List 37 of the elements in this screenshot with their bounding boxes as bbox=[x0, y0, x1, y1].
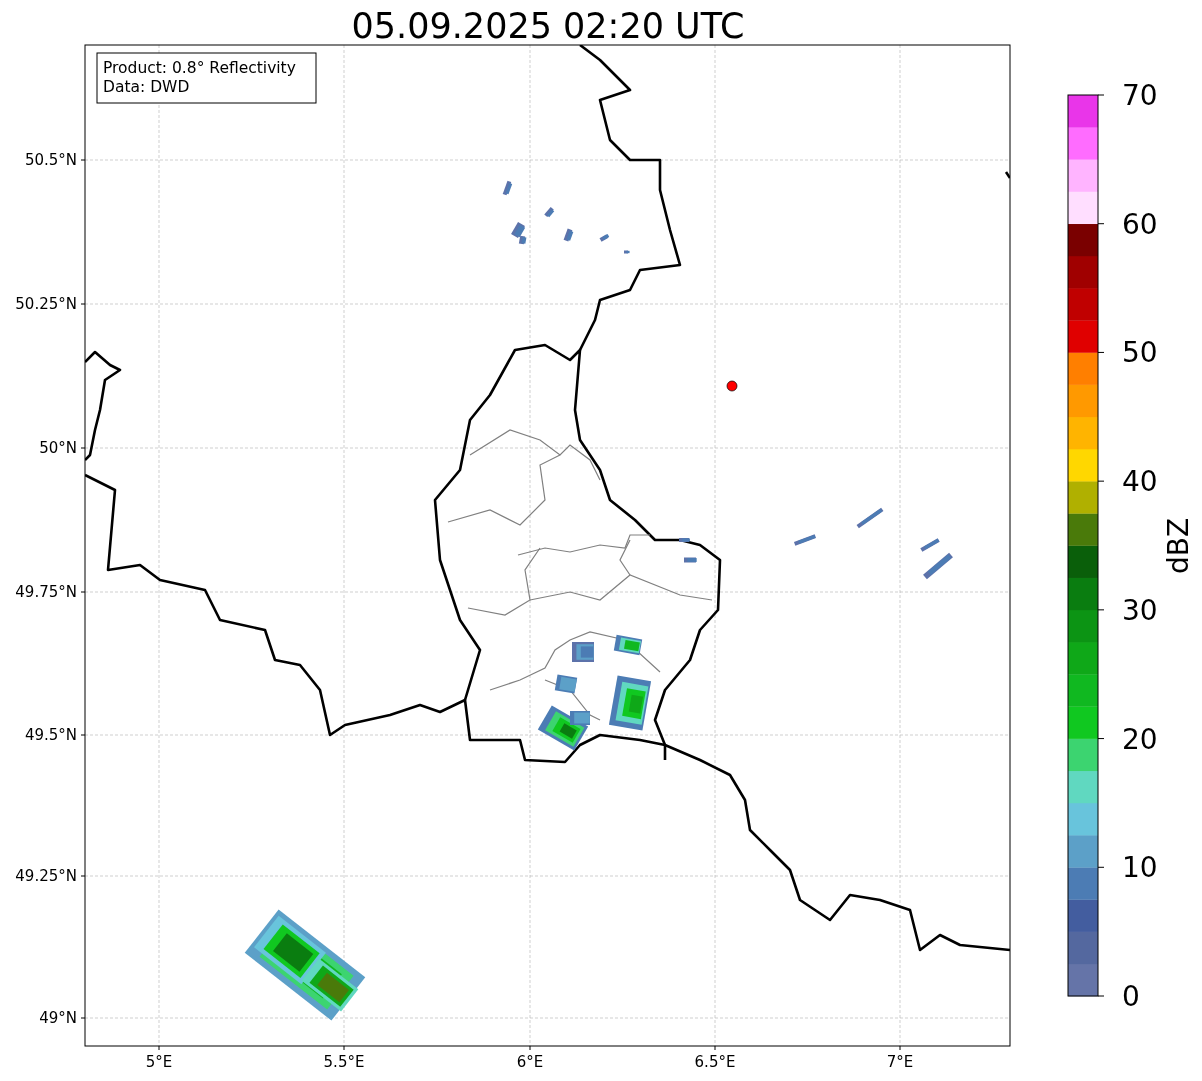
colorbar-tick-label: 10 bbox=[1122, 851, 1158, 885]
colorbar-tick-label: 40 bbox=[1122, 465, 1158, 499]
axis-tick bbox=[80, 591, 86, 593]
colorbar-tick-label: 20 bbox=[1122, 722, 1158, 756]
colorbar-tick-label: 50 bbox=[1122, 336, 1158, 370]
axis-tick bbox=[158, 1045, 160, 1051]
colorbar-tick-label: 60 bbox=[1122, 207, 1158, 241]
axis-tick bbox=[80, 734, 86, 736]
axis-tick-label: 6.5°E bbox=[694, 1053, 736, 1071]
axis-tick bbox=[80, 447, 86, 449]
axis-tick-label: 49°N bbox=[39, 1009, 77, 1027]
axis-tick-label: 50.25°N bbox=[15, 295, 77, 313]
axis-tick bbox=[80, 875, 86, 877]
legend-text: Data: DWD bbox=[103, 78, 190, 96]
colorbar-tick-label: 0 bbox=[1122, 980, 1140, 1013]
colorbar-tick-label: 30 bbox=[1122, 593, 1158, 627]
legend-text: Product: 0.8° Reflectivity bbox=[103, 59, 296, 77]
axis-tick bbox=[529, 1045, 531, 1051]
axis-tick bbox=[80, 159, 86, 161]
axis-tick bbox=[343, 1045, 345, 1051]
radar-site-dot bbox=[726, 380, 738, 392]
axis-tick-label: 49.75°N bbox=[15, 583, 77, 601]
axis-tick-label: 6°E bbox=[516, 1053, 544, 1071]
axis-tick-label: 7°E bbox=[886, 1053, 914, 1071]
chart-title: 05.09.2025 02:20 UTC bbox=[351, 6, 745, 46]
axis-tick-label: 50.5°N bbox=[24, 151, 77, 169]
axis-tick bbox=[899, 1045, 901, 1051]
axis-tick-label: 5°E bbox=[145, 1053, 173, 1071]
axis-tick-label: 49.5°N bbox=[24, 726, 77, 744]
colorbar-tick-label: 70 bbox=[1122, 79, 1158, 112]
axis-tick-label: 50°N bbox=[39, 439, 77, 457]
axis-tick bbox=[714, 1045, 716, 1051]
axis-tick bbox=[80, 303, 86, 305]
axis-tick-label: 49.25°N bbox=[15, 867, 77, 885]
axis-tick bbox=[80, 1017, 86, 1019]
colorbar-label: dBZ bbox=[1162, 517, 1195, 575]
axis-tick-label: 5.5°E bbox=[323, 1053, 365, 1071]
